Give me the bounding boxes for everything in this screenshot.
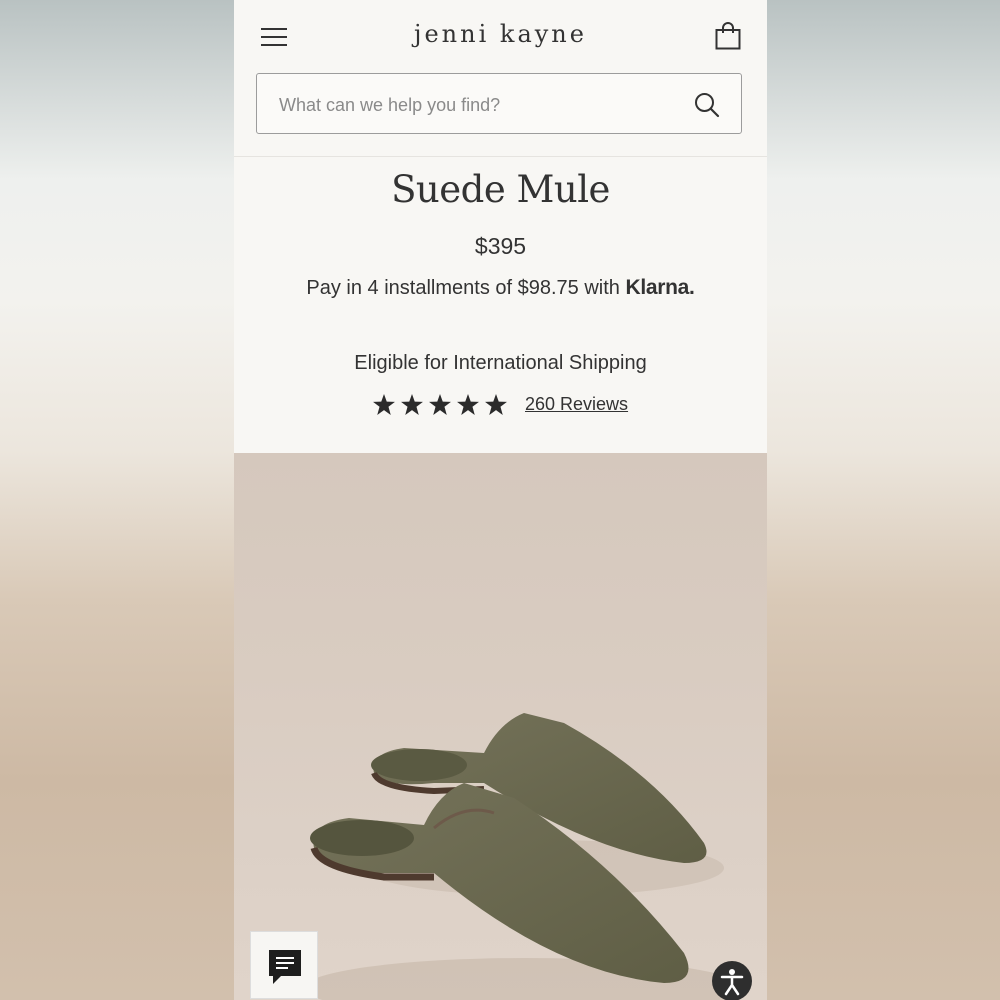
suede-mule-photo	[304, 713, 744, 1000]
search-input[interactable]	[277, 90, 681, 120]
search-icon[interactable]	[693, 91, 721, 119]
klarna-logo[interactable]: Klarna.	[625, 276, 694, 299]
search-bar	[256, 73, 742, 134]
shipping-eligibility: Eligible for International Shipping	[354, 352, 647, 374]
star-icon	[485, 394, 507, 416]
chat-icon	[269, 950, 301, 984]
star-icon	[372, 394, 395, 416]
site-header: jenni kayne	[234, 0, 767, 72]
star-icon	[457, 394, 479, 416]
installments-message: Pay in 4 installments of $98.75 with Kla…	[234, 276, 767, 300]
star-icon	[400, 394, 423, 416]
product-price: $395	[474, 233, 527, 259]
background-blur-right	[767, 0, 1000, 1000]
brand-logo[interactable]: jenni kayne	[234, 20, 767, 48]
star-icon	[428, 394, 451, 416]
accessibility-icon	[720, 969, 744, 996]
product-rating: 260 Reviews	[234, 393, 767, 416]
shopping-bag-icon[interactable]	[715, 22, 741, 50]
installments-text: Pay in 4 installments of $98.75 with	[306, 277, 620, 299]
header-divider	[234, 156, 767, 157]
mobile-page: jenni kayne Suede Mule $395 Pay in 4 ins…	[234, 0, 767, 1000]
accessibility-button[interactable]	[712, 961, 752, 1000]
product-title: Suede Mule	[391, 168, 610, 211]
background-blur-left	[0, 0, 234, 1000]
chat-button[interactable]	[250, 931, 318, 999]
product-image[interactable]	[234, 453, 767, 1000]
reviews-link[interactable]: 260 Reviews	[525, 394, 628, 414]
rating-stars[interactable]	[372, 393, 508, 416]
